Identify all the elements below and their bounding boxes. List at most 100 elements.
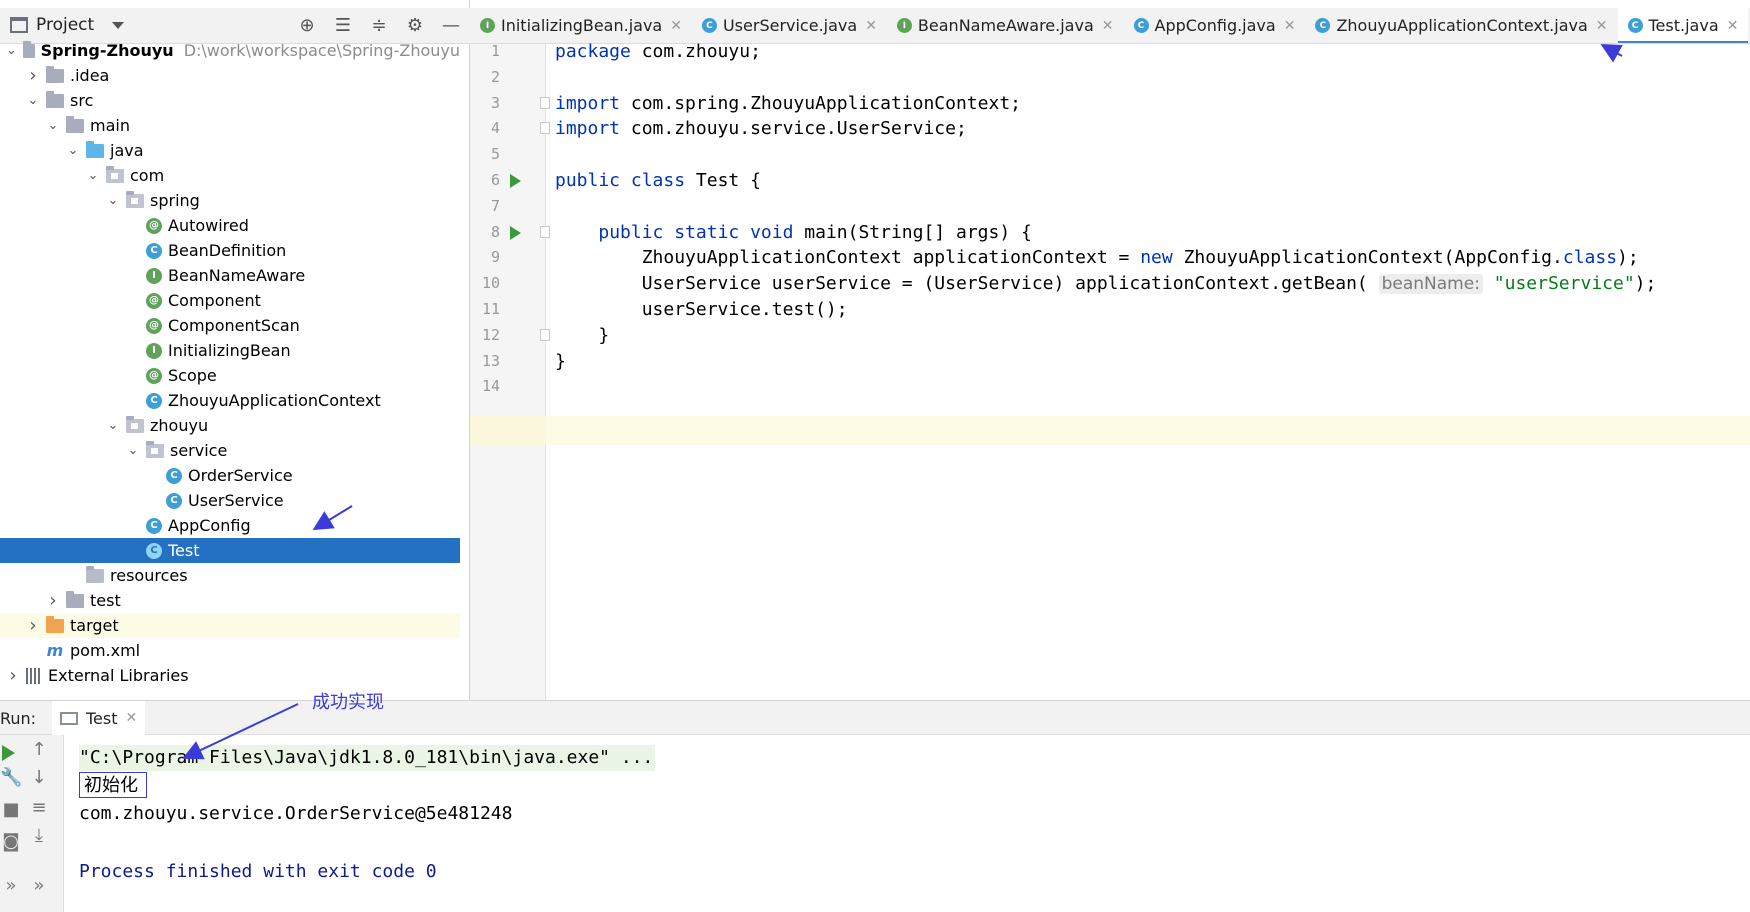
run-tab-test[interactable]: Test ✕ — [52, 701, 146, 735]
class-icon: C — [146, 517, 162, 534]
tree-item-test[interactable]: › test — [0, 588, 460, 613]
code-token: } — [555, 350, 566, 372]
project-icon — [10, 17, 28, 33]
chevron-down-icon[interactable]: ⌄ — [126, 443, 140, 458]
gear-icon[interactable]: ⚙ — [404, 14, 426, 36]
code-token: public class — [555, 170, 696, 191]
run-tab-label: Test — [86, 708, 118, 728]
tree-item-pom-xml[interactable]: m pom.xml — [0, 638, 460, 663]
tree-item-autowired[interactable]: @ Autowired — [0, 213, 460, 238]
close-icon[interactable]: ✕ — [670, 18, 682, 34]
chevron-right-icon[interactable]: › — [6, 665, 20, 686]
tree-item-service[interactable]: ⌄ service — [0, 438, 460, 463]
tree-item-orderservice[interactable]: C OrderService — [0, 463, 460, 488]
arrow-down-icon[interactable]: ↓ — [28, 767, 50, 788]
chevron-down-icon[interactable]: ⌄ — [106, 193, 120, 208]
tree-item-label: Component — [168, 291, 261, 310]
tab-label: UserService.java — [722, 16, 858, 35]
tree-item-beandefinition[interactable]: C BeanDefinition — [0, 238, 460, 263]
chevron-down-icon[interactable]: ⌄ — [26, 93, 40, 108]
chevron-down-icon[interactable]: ⌄ — [46, 118, 60, 133]
collapse-all-icon[interactable]: ≑ — [368, 14, 390, 36]
tree-item-zhouyu[interactable]: ⌄ zhouyu — [0, 413, 460, 438]
expand-all-icon[interactable]: ☰ — [332, 14, 354, 36]
fold-marker-icon[interactable] — [540, 96, 550, 109]
tree-item-spring[interactable]: ⌄ spring — [0, 188, 460, 213]
tree-item-initializingbean[interactable]: I InitializingBean — [0, 338, 460, 363]
close-icon[interactable]: ✕ — [1102, 18, 1114, 34]
tree-item-component[interactable]: @ Component — [0, 288, 460, 313]
code-editor[interactable]: 1 2 3 4 5 6 7 8 9 10 11 12 13 14 package com.zhouyu; i… — [470, 41, 1750, 700]
class-icon: C — [166, 492, 182, 509]
line-number: 7 — [490, 196, 500, 215]
folder-icon — [66, 115, 84, 133]
close-icon[interactable]: ✕ — [126, 710, 138, 726]
run-toolbar: ↑ 🔧 ↓ ■ ≡ ⤓ ◙ » » — [0, 735, 64, 912]
chevron-down-icon[interactable]: ⌄ — [106, 418, 120, 433]
tree-item-target[interactable]: › target — [0, 613, 460, 638]
scroll-to-end-icon[interactable]: ⤓ — [28, 825, 50, 846]
locate-icon[interactable]: ⊕ — [296, 14, 318, 36]
tab-test-java[interactable]: C Test.java ✕ — [1617, 8, 1749, 43]
more-icon[interactable]: » — [0, 875, 22, 896]
chevron-right-icon[interactable]: › — [26, 615, 40, 636]
run-gutter-icon[interactable] — [510, 174, 521, 188]
source-folder-icon — [86, 140, 104, 158]
tree-item-appconfig[interactable]: C AppConfig — [0, 513, 460, 538]
tree-item-zhouyuapplicationcontext[interactable]: C ZhouyuApplicationContext — [0, 388, 460, 413]
code-token: class — [1562, 247, 1618, 269]
tree-item-main[interactable]: ⌄ main — [0, 113, 460, 138]
minimize-icon[interactable]: — — [440, 14, 462, 36]
close-icon[interactable]: ✕ — [1596, 18, 1608, 34]
tree-item-spring-zhouyu[interactable]: ⌄ Spring-Zhouyu D:\work\workspace\Spring-Z… — [0, 38, 460, 63]
more-actions-icon[interactable]: » — [28, 875, 50, 896]
fold-marker-icon[interactable] — [540, 225, 550, 238]
tree-item-componentscan[interactable]: @ ComponentScan — [0, 313, 460, 338]
caret-line-highlight — [470, 416, 1750, 445]
code-line: ZhouyuApplicationContext applicationCont… — [555, 243, 1639, 272]
tree-item-scope[interactable]: @ Scope — [0, 363, 460, 388]
tab-beannameaware-java[interactable]: I BeanNameAware.java ✕ — [887, 8, 1124, 43]
soft-wrap-icon[interactable]: ≡ — [28, 797, 50, 818]
tree-item--idea[interactable]: › .idea — [0, 63, 460, 88]
project-view-selector[interactable]: Project — [10, 15, 125, 35]
chevron-right-icon[interactable]: › — [46, 590, 60, 611]
close-icon[interactable]: ✕ — [865, 18, 877, 34]
tree-item-label: External Libraries — [48, 666, 189, 685]
console-output[interactable]: "C:\Program Files\Java\jdk1.8.0_181\bin\… — [64, 735, 1750, 912]
tree-item-beannameaware[interactable]: I BeanNameAware — [0, 263, 460, 288]
tree-item-test[interactable]: C Test — [0, 538, 460, 563]
tab-appconfig-java[interactable]: C AppConfig.java ✕ — [1124, 8, 1306, 43]
tree-item-java[interactable]: ⌄ java — [0, 138, 460, 163]
chevron-down-icon[interactable]: ⌄ — [6, 43, 17, 58]
tree-item-label: target — [70, 616, 119, 635]
chevron-down-icon[interactable]: ⌄ — [66, 143, 80, 158]
tree-item-label: BeanNameAware — [168, 266, 306, 285]
stop-icon[interactable]: ■ — [0, 799, 22, 820]
tab-zhouyuapplicationcontext-java[interactable]: C ZhouyuApplicationContext.java ✕ — [1305, 8, 1617, 43]
tree-item-resources[interactable]: resources — [0, 563, 460, 588]
rerun-icon[interactable] — [2, 745, 15, 761]
project-path: D:\work\workspace\Spring-Zhouyu — [183, 41, 460, 60]
fold-marker-icon[interactable] — [540, 328, 550, 341]
tree-item-com[interactable]: ⌄ com — [0, 163, 460, 188]
class-icon: C — [146, 542, 162, 559]
line-number: 4 — [490, 119, 500, 138]
close-icon[interactable]: ✕ — [1284, 18, 1296, 34]
tree-item-userservice[interactable]: C UserService — [0, 488, 460, 513]
close-icon[interactable]: ✕ — [1727, 18, 1739, 34]
package-icon — [146, 440, 164, 458]
wrench-icon[interactable]: 🔧 — [0, 767, 22, 788]
arrow-up-icon[interactable]: ↑ — [28, 739, 50, 760]
tree-item-external-libraries[interactable]: › External Libraries — [0, 663, 460, 688]
fold-marker-icon[interactable] — [540, 122, 550, 135]
success-annotation: 成功实现 — [312, 692, 384, 713]
chevron-right-icon[interactable]: › — [26, 65, 40, 86]
tree-item-src[interactable]: ⌄ src — [0, 88, 460, 113]
project-panel-title: Project — [36, 15, 95, 35]
run-gutter-icon[interactable] — [510, 225, 521, 240]
chevron-down-icon[interactable]: ⌄ — [86, 168, 100, 183]
camera-icon[interactable]: ◙ — [0, 831, 22, 852]
line-number: 9 — [490, 248, 500, 267]
